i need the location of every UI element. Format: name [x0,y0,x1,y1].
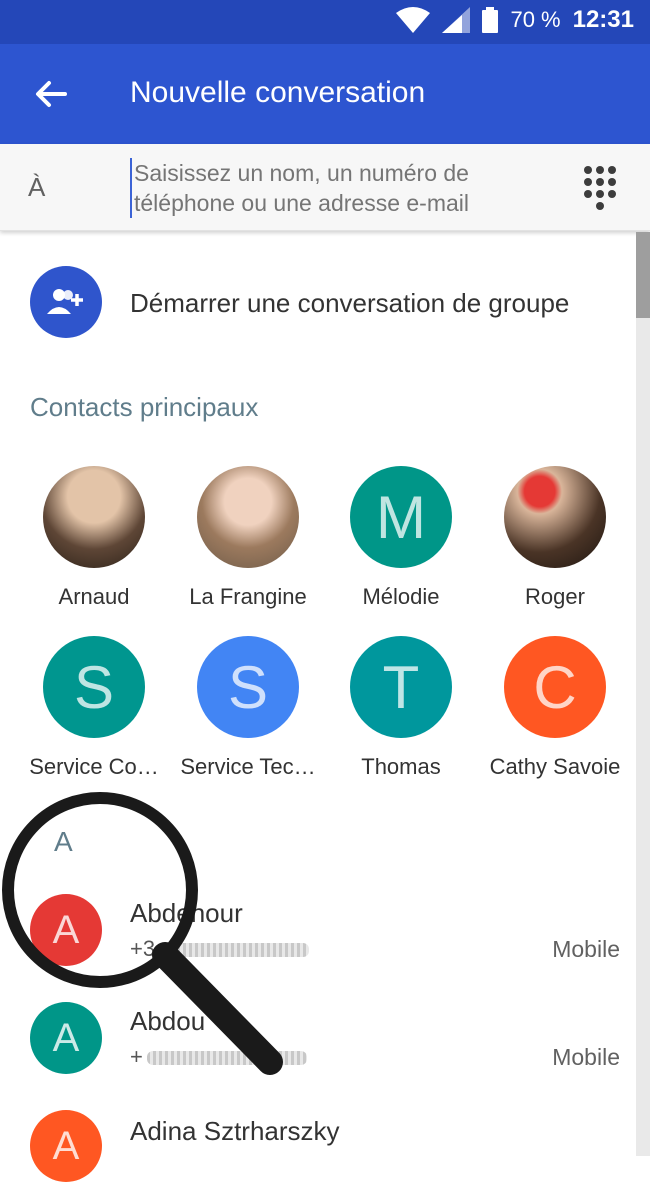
wifi-icon [396,7,431,33]
contact-number: + [130,1044,307,1070]
avatar-letter: A [52,907,80,952]
scrollbar-thumb[interactable] [636,232,650,318]
contact-name: Mélodie [362,584,440,609]
contact-name: Service Tec… [180,754,316,779]
list-item[interactable]: A Abdou + Mobile [0,1000,636,1100]
list-item[interactable]: A Adina Sztrharszky [0,1108,636,1182]
app-bar: Nouvelle conversation [0,44,650,144]
contact-thomas[interactable]: T Thomas [323,636,479,780]
dialpad-icon[interactable] [582,164,618,212]
contact-name: Roger [525,584,585,609]
battery-level: 70 % [510,7,561,32]
contact-service-co[interactable]: S Service Co… [16,636,172,780]
avatar: S [197,636,299,738]
page-title: Nouvelle conversation [130,76,426,109]
redacted-number [146,1051,307,1066]
avatar [43,466,145,568]
avatar [197,466,299,568]
contact-cathy-savoie[interactable]: C Cathy Savoie [477,636,633,780]
avatar: A [30,1002,102,1074]
recipient-placeholder-line1: Saisissez un nom, un numéro de [134,160,469,186]
contact-name: Abdou [130,1006,206,1036]
avatar: A [30,1110,102,1182]
contact-name: Thomas [361,754,441,779]
recipient-row: À Saisissez un nom, un numéro de télépho… [0,144,650,231]
phone-type: Mobile [552,936,620,962]
avatar-letter: A [52,1123,80,1168]
contact-arnaud[interactable]: Arnaud [16,466,172,610]
avatar-letter: M [376,483,426,551]
redacted-number [159,943,310,958]
status-bar: 70 % 12:31 [0,0,650,44]
phone-type: Mobile [552,1044,620,1070]
contact-service-tec[interactable]: S Service Tec… [170,636,326,780]
top-contacts-title: Contacts principaux [30,392,259,422]
avatar-letter: C [533,653,577,721]
contact-name: La Frangine [189,584,307,609]
arrow-back-icon [36,81,67,107]
avatar [504,466,606,568]
section-letter: A [54,826,73,857]
recipient-input[interactable]: Saisissez un nom, un numéro de téléphone… [130,158,554,218]
battery-icon [482,7,499,33]
contact-la-frangine[interactable]: La Frangine [170,466,326,610]
contact-name: Cathy Savoie [489,754,621,779]
number-visible: + [130,1044,143,1069]
status-time: 12:31 [572,6,634,33]
contact-number: +3 [130,936,310,962]
group-add-icon [30,266,102,338]
avatar: C [504,636,606,738]
avatar-letter: A [52,1015,80,1060]
contact-melodie[interactable]: M Mélodie [323,466,479,610]
avatar: A [30,894,102,966]
signal-icon [442,7,471,33]
avatar-letter: T [382,653,420,721]
avatar: S [43,636,145,738]
contact-name: Arnaud [58,584,130,609]
avatar: T [350,636,452,738]
avatar-letter: S [73,653,115,721]
avatar: M [350,466,452,568]
scrollbar[interactable] [636,232,650,1156]
back-button[interactable] [26,74,76,114]
contact-roger[interactable]: Roger [477,466,633,610]
list-item[interactable]: A Abdenour +3 Mobile [0,890,636,990]
start-group-conversation[interactable]: Démarrer une conversation de groupe [0,262,636,346]
contact-name: Service Co… [29,754,159,779]
number-visible: +3 [130,936,156,961]
contact-name: Abdenour [130,898,243,928]
contact-name: Adina Sztrharszky [130,1116,340,1146]
recipient-placeholder-line2: téléphone ou une adresse e-mail [134,190,470,216]
group-conversation-label: Démarrer une conversation de groupe [130,288,570,318]
avatar-letter: S [227,653,269,721]
to-label: À [28,172,46,202]
